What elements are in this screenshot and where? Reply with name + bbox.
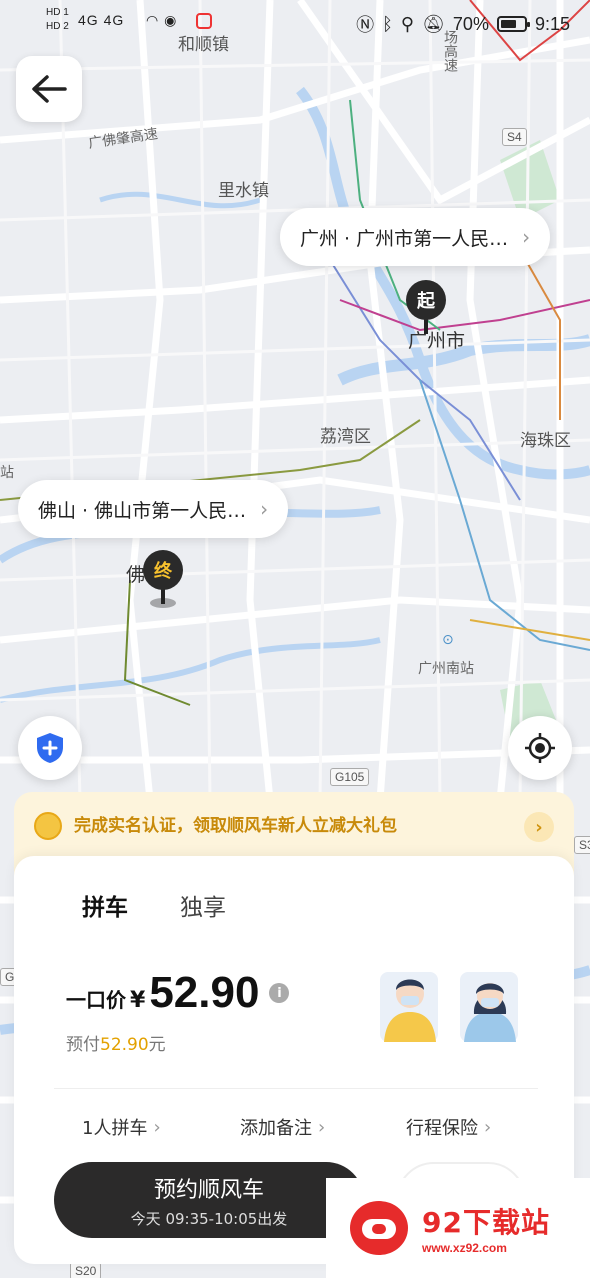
origin-location-bubble[interactable]: 广州 · 广州市第一人民… › [280,208,551,266]
road-badge-s4: S4 [502,128,527,146]
passenger-count-label: 1人拼车 [82,1118,148,1139]
gamepad-logo-icon [350,1201,408,1255]
origin-pin[interactable]: 起 [406,280,446,320]
map-label-zhan: 站 [0,465,14,481]
book-ride-title: 预约顺风车 [153,1177,264,1203]
status-right: Ⓝ ᛒ ⚲ 🔕︎ 70% 9:15 [356,11,570,37]
mute-icon: 🔕︎ [422,13,445,34]
coin-icon [34,812,62,840]
road-badge-g105: G105 [330,768,370,786]
chevron-right-icon: › [522,225,531,249]
price-value: 52.90 [149,968,260,1017]
shield-icon [37,733,63,763]
tab-exclusive[interactable]: 独享 [180,888,226,922]
watermark-url: www.xz92.com [422,1241,507,1255]
wifi-icon: ◠ ◉ [146,12,178,28]
chevron-right-icon: › [318,1116,326,1138]
currency-symbol: ¥ [130,988,146,1013]
tab-carpool[interactable]: 拼车 [80,888,130,922]
add-note-option[interactable]: 添加备注 › [240,1114,325,1140]
road-badge-s32: S32 [574,836,590,854]
notification-app-icon [196,13,212,29]
watermark-title: 92下载站 [422,1206,550,1239]
train-station-icon: ⊙ [442,632,454,648]
price-row: 一口价 ¥ 52.90 i [66,968,290,1018]
map-label-guangzhou: 广州市 [408,330,466,352]
site-watermark: 92下载站 www.xz92.com [326,1178,590,1278]
signal-icon: 4G 4G [78,12,125,28]
clock: 9:15 [534,13,570,34]
prepay-label: 预付 [66,1035,100,1055]
road-badge-s20: S20 [70,1262,102,1278]
passenger-count-option[interactable]: 1人拼车 › [82,1114,161,1140]
map-label-liwan: 荔湾区 [320,427,371,447]
chevron-right-icon: › [484,1116,492,1138]
prepay-text: 预付52.90元 [66,1030,166,1055]
passengers-illustration [380,972,518,1042]
battery-percent: 70% [452,13,489,34]
sim-indicators: HD 1 HD 2 [46,6,69,34]
back-button[interactable] [16,56,82,122]
status-bar: HD 1 HD 2 4G 4G ◠ ◉ Ⓝ ᛒ ⚲ 🔕︎ 70% 9:15 [0,0,590,44]
sim1-label: HD 1 [46,7,69,18]
add-note-label: 添加备注 [240,1118,312,1139]
destination-location-text: 佛山 · 佛山市第一人民… [38,499,247,522]
chevron-right-icon: › [524,812,554,842]
book-ride-button[interactable]: 预约顺风车 今天 09:35-10:05出发 [54,1162,364,1238]
trip-insurance-option[interactable]: 行程保险 › [406,1114,491,1140]
destination-location-bubble[interactable]: 佛山 · 佛山市第一人民… › [18,480,289,538]
info-icon[interactable]: i [269,983,290,1003]
promo-text: 完成实名认证，领取顺风车新人立减大礼包 [74,816,397,836]
arrow-left-icon [32,75,67,103]
location-icon: ⚲ [400,13,415,34]
origin-location-text: 广州 · 广州市第一人民… [300,227,509,250]
divider [54,1088,538,1089]
destination-pin[interactable]: 终 [143,550,183,590]
book-ride-time: 今天 09:35-10:05出发 [130,1209,288,1228]
prepay-amount: 52.90 [100,1035,149,1055]
locate-me-button[interactable] [508,716,572,780]
prepay-unit: 元 [148,1035,166,1055]
chevron-right-icon: › [260,497,269,521]
map-label-lishuizhen: 里水镇 [218,181,269,201]
bluetooth-icon: ᛒ [382,13,393,34]
safety-center-button[interactable] [18,716,82,780]
battery-icon [496,16,530,32]
crosshair-icon [525,733,555,763]
price-prefix: 一口价 [66,988,126,1012]
map-label-guangzhou-south: 广州南站 [418,661,474,677]
chevron-right-icon: › [153,1116,161,1138]
nfc-icon: Ⓝ [356,15,375,35]
trip-insurance-label: 行程保险 [406,1118,478,1139]
ride-type-tabs: 拼车 独享 [80,888,226,922]
map-label-haizhu: 海珠区 [520,431,571,451]
sim2-label: HD 2 [46,21,69,32]
